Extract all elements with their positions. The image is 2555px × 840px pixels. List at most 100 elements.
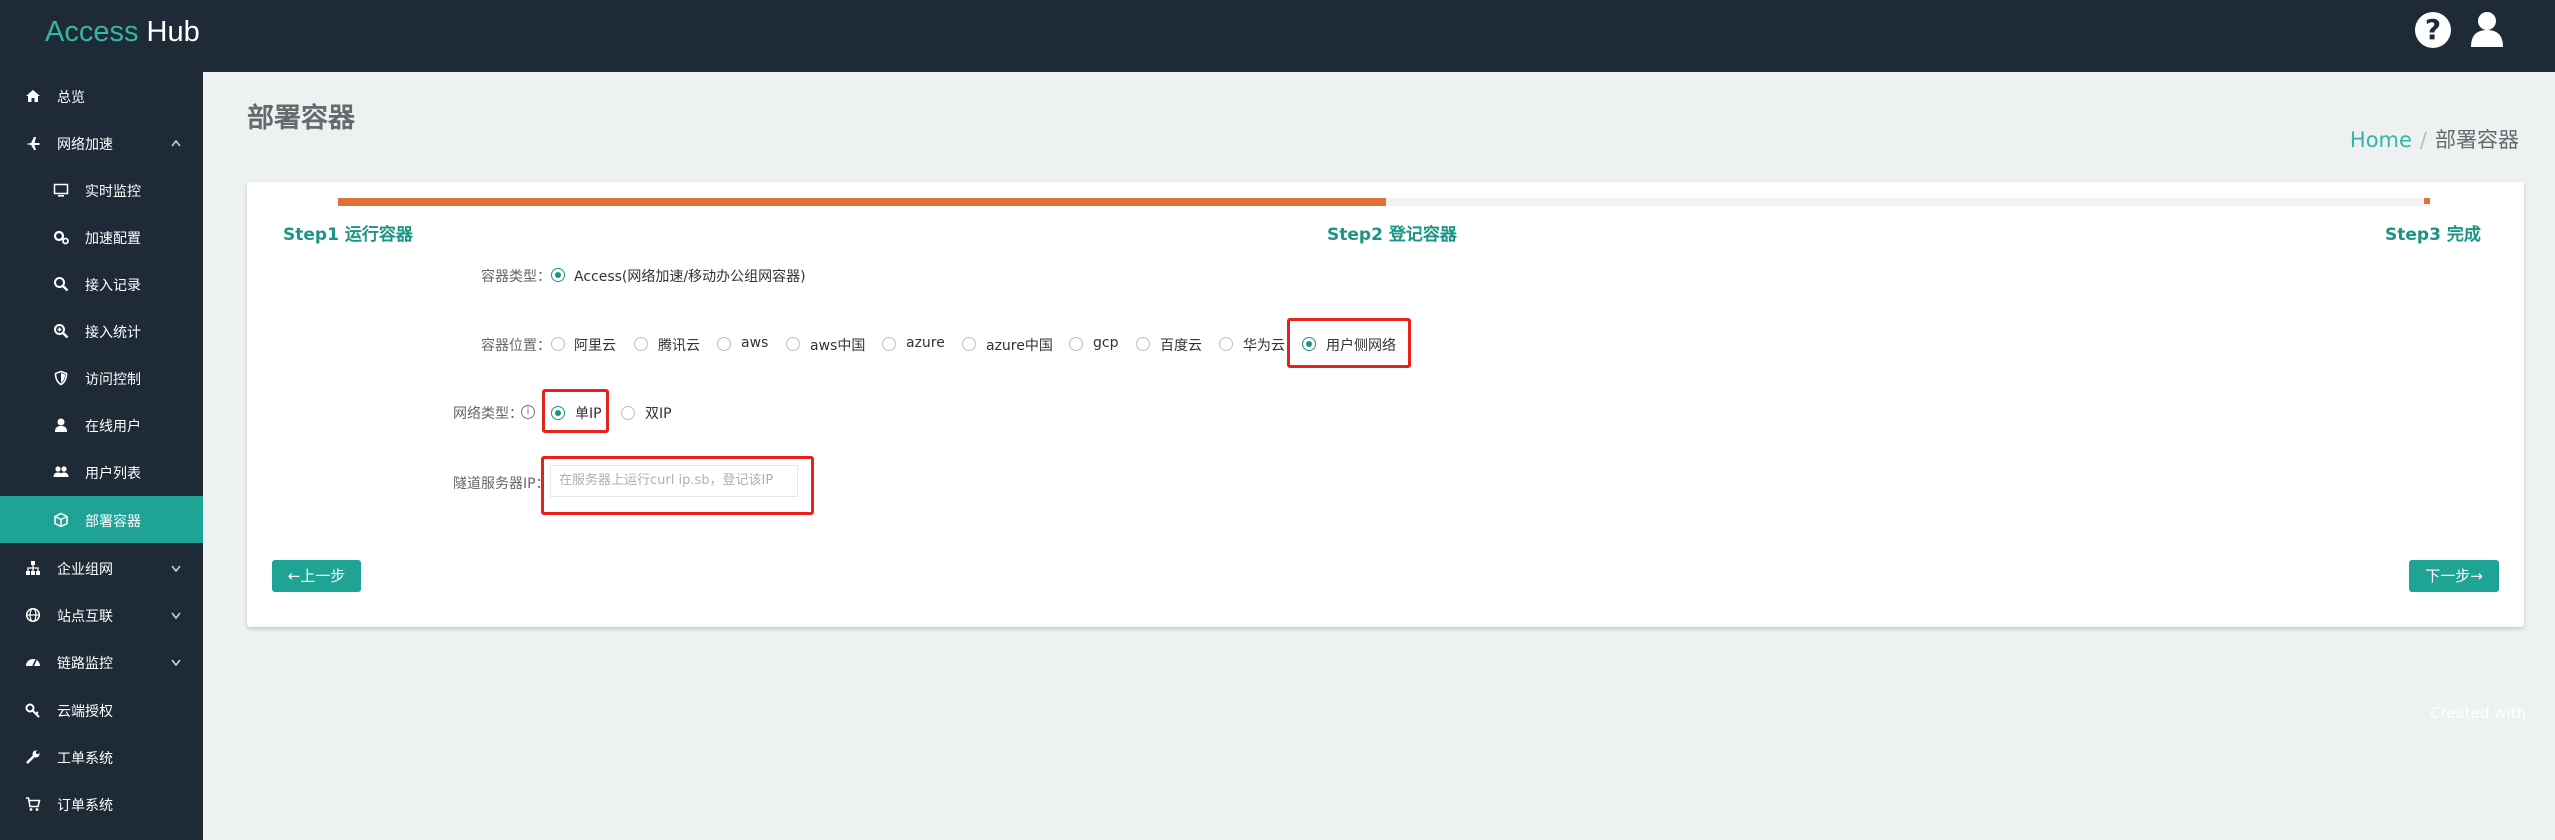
container-location-label: 容器位置： — [481, 338, 551, 354]
user-icon[interactable] — [2469, 10, 2505, 48]
breadcrumb-current: 部署容器 — [2435, 128, 2519, 152]
next-step-button[interactable]: 下一步→ — [2409, 560, 2499, 592]
single-ip-highlight-box — [542, 389, 609, 433]
location-azure-china-label[interactable]: azure中国 — [986, 335, 1053, 355]
location-baidu-radio[interactable] — [1136, 337, 1150, 351]
sidebar-item-label: 站点互联 — [57, 609, 113, 625]
sidebar-item-label: 接入记录 — [85, 278, 141, 294]
location-huawei-radio[interactable] — [1219, 337, 1233, 351]
container-type-access-label[interactable]: Access(网络加速/移动办公组网容器) — [574, 266, 806, 286]
location-huawei-label[interactable]: 华为云 — [1243, 335, 1285, 355]
shield-icon — [54, 370, 68, 386]
user-icon — [55, 418, 67, 432]
gears-icon — [53, 230, 69, 245]
sidebar-item-online-users[interactable]: 在线用户 — [0, 401, 203, 448]
wizard-progress-fill — [338, 198, 1386, 206]
sidebar-item-label: 订单系统 — [57, 798, 113, 814]
sidebar-item-label: 链路监控 — [57, 656, 113, 672]
sidebar-item-enterprise-network[interactable]: 企业组网 — [0, 544, 203, 591]
location-aws-radio[interactable] — [717, 337, 731, 351]
location-gcp-radio[interactable] — [1069, 337, 1083, 351]
container-type-label: 容器类型： — [481, 269, 551, 285]
search-icon — [54, 277, 69, 292]
wrench-icon — [26, 750, 40, 764]
brand-accent: Access — [45, 16, 139, 48]
network-type-label: 网络类型： — [453, 406, 523, 422]
cart-icon — [26, 797, 41, 811]
monitor-icon — [53, 183, 69, 197]
sidebar-item-order-system[interactable]: 订单系统 — [0, 780, 203, 827]
sidebar-item-label: 企业组网 — [57, 562, 113, 578]
brand-logo[interactable]: Access Hub — [45, 16, 200, 49]
top-navbar: Access Hub ? — [0, 0, 2555, 72]
location-aliyun-label[interactable]: 阿里云 — [574, 335, 616, 355]
key-icon — [25, 703, 40, 718]
sidebar-item-user-list[interactable]: 用户列表 — [0, 448, 203, 495]
sitemap-icon — [26, 561, 40, 575]
sidebar-item-label: 云端授权 — [57, 704, 113, 720]
user-network-highlight-box — [1287, 318, 1411, 368]
wizard-progress-end-marker — [2424, 198, 2430, 204]
location-aliyun-radio[interactable] — [551, 337, 565, 351]
step-3-label: Step3 完成 — [2385, 225, 2481, 245]
sidebar-item-acceleration-config[interactable]: 加速配置 — [0, 213, 203, 260]
sidebar-item-label: 总览 — [57, 90, 85, 106]
location-tencent-label[interactable]: 腾讯云 — [658, 335, 700, 355]
location-gcp-label[interactable]: gcp — [1093, 335, 1118, 351]
location-aws-label[interactable]: aws — [741, 335, 768, 351]
users-icon — [53, 466, 69, 477]
sidebar-item-label: 网络加速 — [57, 137, 113, 153]
step-1-label: Step1 运行容器 — [283, 225, 413, 245]
sidebar-item-label: 在线用户 — [85, 419, 141, 435]
sidebar-item-network-acceleration[interactable]: 网络加速 — [0, 119, 203, 166]
info-icon[interactable]: i — [521, 405, 535, 419]
sidebar-item-label: 加速配置 — [85, 231, 141, 247]
breadcrumb-home-link[interactable]: Home — [2350, 128, 2412, 152]
sidebar-item-label: 实时监控 — [85, 184, 141, 200]
home-icon — [26, 90, 40, 102]
question-circle-icon[interactable]: ? — [2415, 12, 2451, 48]
sidebar-item-label: 工单系统 — [57, 751, 113, 767]
sidebar-item-overview[interactable]: 总览 — [0, 72, 203, 119]
zoom-icon — [54, 324, 69, 339]
page-title: 部署容器 — [247, 103, 355, 134]
location-aws-china-label[interactable]: aws中国 — [810, 335, 865, 355]
network-type-dual-ip-label[interactable]: 双IP — [645, 403, 672, 423]
brand-rest: Hub — [138, 16, 200, 48]
sidebar-item-deploy-container[interactable]: 部署容器 — [0, 496, 203, 543]
sidebar-item-ticket-system[interactable]: 工单系统 — [0, 733, 203, 780]
tunnel-ip-highlight-box — [541, 456, 814, 515]
network-type-dual-ip-radio[interactable] — [621, 406, 635, 420]
plane-icon — [26, 137, 40, 150]
globe-icon — [25, 607, 41, 623]
sidebar-item-realtime-monitor[interactable]: 实时监控 — [0, 166, 203, 213]
chevron-down-icon — [171, 659, 181, 666]
chevron-down-icon — [171, 565, 181, 572]
location-azure-radio[interactable] — [882, 337, 896, 351]
sidebar-item-label: 用户列表 — [85, 466, 141, 482]
sidebar-item-access-records[interactable]: 接入记录 — [0, 260, 203, 307]
sidebar-item-cloud-license[interactable]: 云端授权 — [0, 686, 203, 733]
sidebar-item-access-statistics[interactable]: 接入统计 — [0, 307, 203, 354]
watermark-text: Created with — [2430, 704, 2526, 722]
sidebar-item-label: 访问控制 — [85, 372, 141, 388]
container-type-access-radio[interactable] — [551, 268, 565, 282]
cube-icon — [54, 512, 68, 528]
sidebar-item-access-control[interactable]: 访问控制 — [0, 354, 203, 401]
location-azure-label[interactable]: azure — [906, 335, 945, 351]
sidebar-item-site-interconnect[interactable]: 站点互联 — [0, 591, 203, 638]
breadcrumb-separator: / — [2419, 128, 2427, 152]
chevron-up-icon — [171, 139, 181, 147]
breadcrumb: Home / 部署容器 — [2350, 124, 2519, 154]
sidebar-item-link-monitor[interactable]: 链路监控 — [0, 638, 203, 685]
location-aws-china-radio[interactable] — [786, 337, 800, 351]
location-tencent-radio[interactable] — [634, 337, 648, 351]
dashboard-icon — [26, 659, 40, 667]
tunnel-server-ip-label: 隧道服务器IP： — [453, 476, 550, 492]
prev-step-button[interactable]: ←上一步 — [272, 560, 361, 592]
chevron-down-icon — [171, 612, 181, 619]
sidebar-item-label: 部署容器 — [85, 514, 141, 530]
location-azure-china-radio[interactable] — [962, 337, 976, 351]
location-baidu-label[interactable]: 百度云 — [1160, 335, 1202, 355]
sidebar-item-label: 接入统计 — [85, 325, 141, 341]
